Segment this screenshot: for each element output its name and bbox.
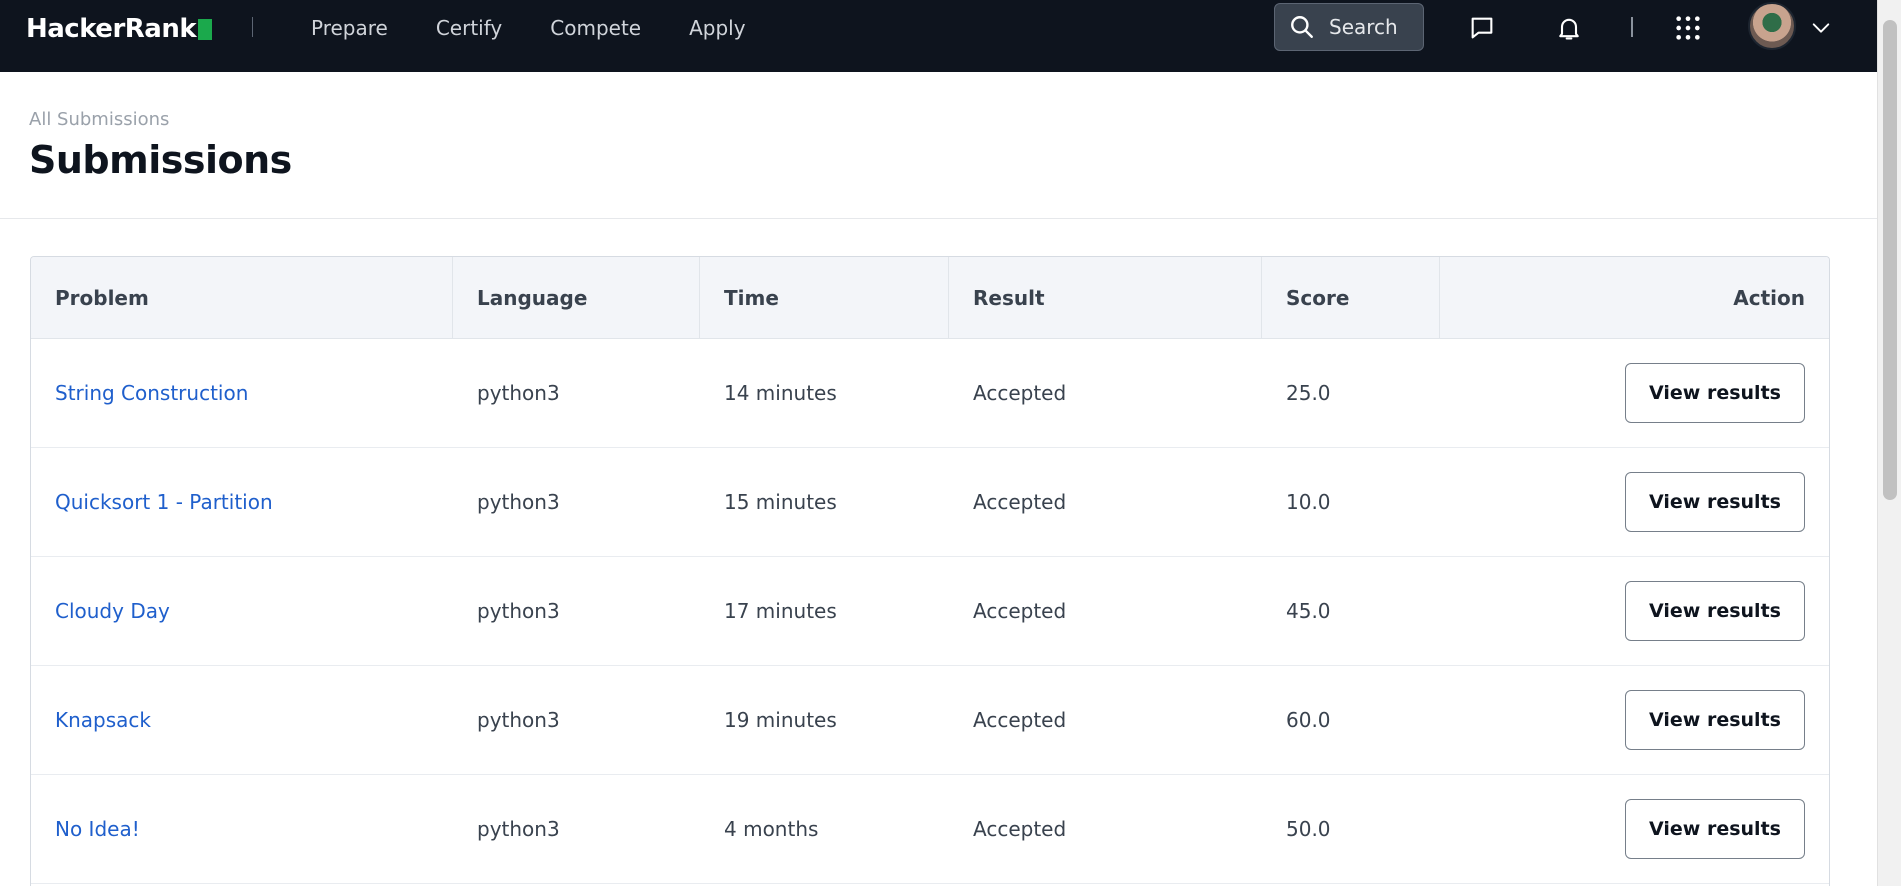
cell-score: 60.0: [1286, 708, 1331, 732]
breadcrumb[interactable]: All Submissions: [29, 109, 169, 130]
column-header-score: Score: [1262, 257, 1440, 338]
cell-result: Accepted: [973, 599, 1067, 623]
problem-link[interactable]: No Idea!: [55, 817, 140, 841]
cell-time: 19 minutes: [724, 708, 837, 732]
cell-language: python3: [477, 599, 560, 623]
scrollbar-thumb[interactable]: [1883, 20, 1897, 500]
table-row: String Construction python3 14 minutes A…: [31, 339, 1829, 448]
table-row: Knapsack python3 19 minutes Accepted 60.…: [31, 666, 1829, 775]
nav-divider: [252, 17, 253, 37]
apps-menu-button[interactable]: [1672, 12, 1704, 44]
table-row: No Idea! python3 4 months Accepted 50.0 …: [31, 775, 1829, 884]
view-results-button[interactable]: View results: [1625, 690, 1805, 750]
search-label: Search: [1329, 15, 1398, 39]
cell-language: python3: [477, 708, 560, 732]
cell-score: 10.0: [1286, 490, 1331, 514]
hackerrank-logo[interactable]: HackerRank: [26, 14, 213, 44]
problem-link[interactable]: String Construction: [55, 381, 248, 405]
table-row: Quicksort 1 - Partition python3 15 minut…: [31, 448, 1829, 557]
cell-language: python3: [477, 381, 560, 405]
view-results-button[interactable]: View results: [1625, 472, 1805, 532]
column-header-time: Time: [700, 257, 949, 338]
view-results-button[interactable]: View results: [1625, 363, 1805, 423]
cell-score: 45.0: [1286, 599, 1331, 623]
nav-link-certify[interactable]: Certify: [436, 16, 502, 40]
apps-grid-icon: [1676, 16, 1700, 40]
cell-result: Accepted: [973, 817, 1067, 841]
table-header-row: Problem Language Time Result Score Actio…: [31, 257, 1829, 339]
cell-language: python3: [477, 817, 560, 841]
cell-time: 17 minutes: [724, 599, 837, 623]
problem-link[interactable]: Cloudy Day: [55, 599, 170, 623]
cell-time: 4 months: [724, 817, 819, 841]
cell-language: python3: [477, 490, 560, 514]
cell-result: Accepted: [973, 381, 1067, 405]
message-icon: [1471, 17, 1493, 39]
page-title: Submissions: [29, 138, 292, 182]
profile-menu-toggle[interactable]: [1805, 12, 1837, 44]
bell-icon: [1559, 18, 1579, 40]
cell-score: 50.0: [1286, 817, 1331, 841]
nav-link-apply[interactable]: Apply: [689, 16, 745, 40]
messages-button[interactable]: [1466, 12, 1498, 44]
cell-result: Accepted: [973, 708, 1067, 732]
brand-mark-icon: [198, 18, 213, 40]
cell-time: 14 minutes: [724, 381, 837, 405]
problem-link[interactable]: Quicksort 1 - Partition: [55, 490, 273, 514]
column-header-problem: Problem: [31, 257, 453, 338]
view-results-button[interactable]: View results: [1625, 581, 1805, 641]
cell-time: 15 minutes: [724, 490, 837, 514]
header-divider: [0, 218, 1877, 219]
cell-score: 25.0: [1286, 381, 1331, 405]
nav-link-compete[interactable]: Compete: [550, 16, 641, 40]
column-header-language: Language: [453, 257, 700, 338]
view-results-button[interactable]: View results: [1625, 799, 1805, 859]
nav-link-prepare[interactable]: Prepare: [311, 16, 388, 40]
nav-right-divider: [1631, 17, 1633, 37]
search-icon: [1291, 16, 1313, 38]
cell-result: Accepted: [973, 490, 1067, 514]
problem-link[interactable]: Knapsack: [55, 708, 151, 732]
column-header-action: Action: [1733, 285, 1805, 310]
chevron-down-icon: [1812, 23, 1830, 33]
user-avatar[interactable]: [1748, 2, 1796, 50]
submissions-table: Problem Language Time Result Score Actio…: [30, 256, 1830, 886]
column-header-result: Result: [949, 257, 1262, 338]
notifications-button[interactable]: [1553, 12, 1585, 44]
main-nav: Prepare Certify Compete Apply: [311, 0, 746, 56]
search-button[interactable]: Search: [1274, 3, 1424, 51]
table-row: Cloudy Day python3 17 minutes Accepted 4…: [31, 557, 1829, 666]
page-scrollbar[interactable]: [1877, 0, 1901, 886]
top-navbar: HackerRank Prepare Certify Compete Apply…: [0, 0, 1877, 72]
brand-name: HackerRank: [26, 14, 197, 44]
